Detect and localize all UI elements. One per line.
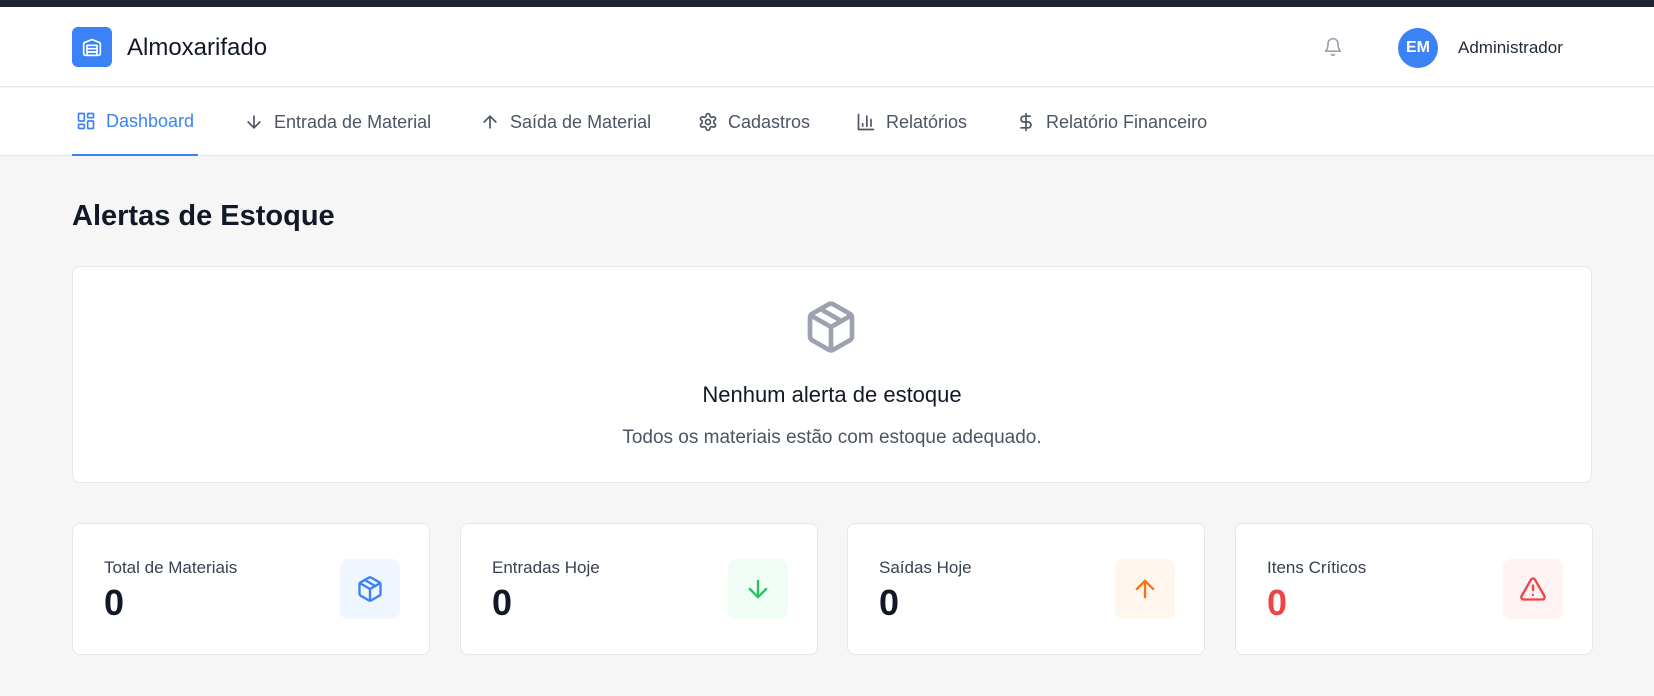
stat-card-entradas-hoje: Entradas Hoje 0 — [460, 523, 818, 655]
tab-label: Dashboard — [106, 110, 195, 131]
tab-label: Cadastros — [728, 111, 811, 132]
empty-state-description: Todos os materiais estão com estoque ade… — [622, 427, 1042, 448]
dollar-icon — [1020, 112, 1032, 132]
stat-label: Itens Críticos — [1267, 558, 1367, 577]
gear-icon — [699, 112, 717, 132]
arrow-up-icon — [483, 115, 497, 129]
notifications-button[interactable] — [1320, 34, 1346, 60]
tab-label: Entrada de Material — [274, 111, 432, 132]
tab-relatorios[interactable]: Relatórios — [852, 88, 971, 156]
tab-entrada-material[interactable]: Entrada de Material — [240, 88, 435, 156]
stat-label: Entradas Hoje — [492, 558, 600, 577]
warehouse-icon — [82, 38, 102, 57]
stat-card-saidas-hoje: Saídas Hoje 0 — [847, 523, 1205, 655]
tab-label: Saída de Material — [510, 111, 652, 132]
box-icon — [358, 576, 382, 602]
tab-saida-material[interactable]: Saída de Material — [476, 88, 655, 156]
stat-card-total-materiais: Total de Materiais 0 — [72, 523, 430, 655]
user-avatar[interactable]: EM — [1398, 28, 1438, 68]
box-icon — [807, 301, 855, 353]
stat-icon-box — [340, 559, 400, 619]
stat-value: 0 — [1267, 582, 1288, 623]
stat-icon-box — [1115, 559, 1175, 619]
tab-label: Relatório Financeiro — [1046, 111, 1208, 132]
app-title: Almoxarifado — [127, 34, 268, 61]
arrow-up-icon — [1135, 579, 1155, 599]
app-header: Almoxarifado EM Administrador — [0, 7, 1654, 87]
tab-label: Relatórios — [886, 111, 968, 132]
stat-value: 0 — [492, 582, 513, 623]
user-name[interactable]: Administrador — [1458, 38, 1563, 58]
tab-cadastros[interactable]: Cadastros — [694, 88, 814, 156]
app-logo[interactable] — [72, 27, 112, 67]
tab-dashboard[interactable]: Dashboard — [72, 88, 199, 156]
stat-value: 0 — [104, 582, 125, 623]
warning-icon — [1520, 577, 1546, 601]
empty-state-title: Nenhum alerta de estoque — [702, 382, 962, 407]
stat-icon-box — [728, 559, 788, 619]
tab-relatorio-financeiro[interactable]: Relatório Financeiro — [1012, 88, 1211, 156]
top-strip — [0, 0, 1654, 7]
arrow-down-icon — [748, 579, 768, 599]
stock-alerts-card: Nenhum alerta de estoque Todos os materi… — [72, 266, 1592, 483]
main-nav: Dashboard Entrada de Material Saída de M… — [0, 88, 1654, 156]
bell-icon — [1324, 37, 1342, 57]
section-title: Alertas de Estoque — [72, 200, 335, 232]
bar-chart-icon — [857, 113, 875, 131]
stat-card-itens-criticos: Itens Críticos 0 — [1235, 523, 1593, 655]
stat-icon-box — [1503, 559, 1563, 619]
arrow-down-icon — [247, 115, 261, 129]
stat-label: Saídas Hoje — [879, 558, 972, 577]
dashboard-grid-icon — [77, 112, 95, 130]
stat-value: 0 — [879, 582, 900, 623]
stat-label: Total de Materiais — [104, 558, 238, 577]
